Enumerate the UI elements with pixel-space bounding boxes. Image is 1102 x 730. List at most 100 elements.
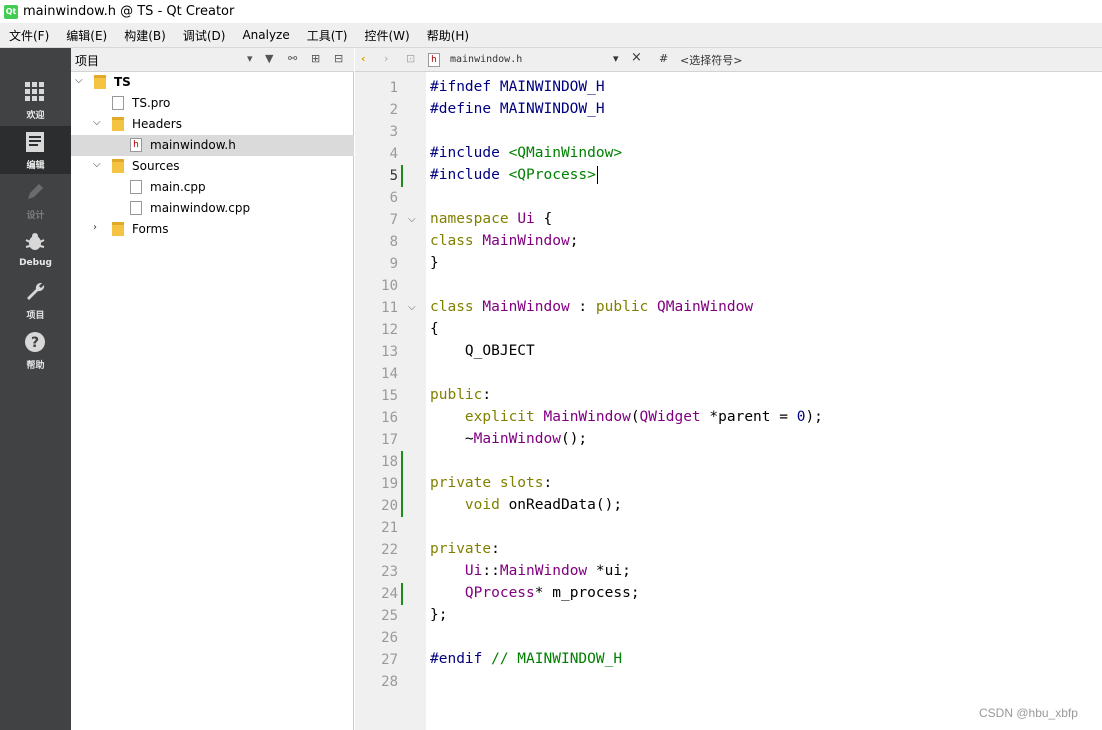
window-title: mainwindow.h @ TS - Qt Creator — [23, 4, 235, 19]
tree-item-mainwindow-cpp[interactable]: mainwindow.cpp — [71, 198, 354, 219]
pencil-icon — [28, 184, 43, 199]
line-number: 25 — [381, 608, 398, 624]
code-editor[interactable]: #ifndef MAINWINDOW_H #define MAINWINDOW_H… — [430, 76, 1102, 730]
line-number: 24 — [381, 586, 398, 602]
mode-projects[interactable]: 项目 — [0, 276, 71, 324]
code-line[interactable]: Q_OBJECT — [430, 340, 535, 362]
line-number: 9 — [389, 256, 398, 272]
forward-arrow-icon[interactable]: › — [384, 52, 388, 65]
tree-item-mainwindow-h[interactable]: h mainwindow.h — [71, 135, 354, 156]
line-number: 16 — [381, 410, 398, 426]
file-selector[interactable]: mainwindow.h — [450, 54, 522, 65]
mode-debug[interactable]: Debug — [0, 226, 71, 274]
tree-label: TS — [114, 75, 131, 89]
mode-selector: 欢迎 编辑 设计 Debug 项目 ? 帮助 — [0, 48, 71, 730]
close-pane-icon[interactable]: ⊟ — [334, 52, 343, 65]
code-line[interactable]: ~MainWindow(); — [430, 428, 587, 450]
mode-welcome[interactable]: 欢迎 — [0, 76, 71, 124]
mode-label: 编辑 — [26, 161, 45, 171]
tree-label: Headers — [132, 117, 182, 131]
line-number: 23 — [381, 564, 398, 580]
bug-icon — [25, 233, 45, 250]
code-line[interactable]: { — [430, 318, 439, 340]
filter-icon[interactable]: ▼ — [265, 52, 273, 65]
menu-tools[interactable]: 工具(T) — [298, 27, 356, 44]
chevron-right-icon[interactable]: › — [93, 222, 97, 233]
mode-design[interactable]: 设计 — [0, 176, 71, 224]
close-icon[interactable]: × — [631, 50, 642, 65]
menu-debug[interactable]: 调试(D) — [174, 27, 234, 44]
line-number: 11 — [381, 300, 398, 316]
code-line[interactable]: } — [430, 252, 439, 274]
cpp-file-icon — [130, 180, 142, 194]
code-line[interactable]: #define MAINWINDOW_H — [430, 98, 605, 120]
project-toolbar: 项目 ▾ ▼ ⚯ ⊞ ⊟ — [71, 48, 354, 72]
watermark: CSDN @hbu_xbfp — [979, 706, 1078, 720]
mode-help[interactable]: ? 帮助 — [0, 326, 71, 374]
code-line[interactable]: void onReadData(); — [430, 494, 622, 516]
tree-label: mainwindow.h — [150, 138, 236, 152]
chevron-down-icon[interactable]: ⌵ — [93, 117, 101, 128]
tree-item-forms[interactable]: › Forms — [71, 219, 354, 240]
menu-bar: 文件(F) 编辑(E) 构建(B) 调试(D) Analyze 工具(T) 控件… — [0, 23, 1102, 48]
split-icon[interactable]: ⊞ — [311, 52, 320, 65]
menu-edit[interactable]: 编辑(E) — [57, 27, 115, 44]
project-folder-icon — [94, 75, 106, 89]
chevron-down-icon[interactable]: ▾ — [613, 52, 619, 65]
tree-item-pro-file[interactable]: TS.pro — [71, 93, 354, 114]
tree-item-project[interactable]: ⌵ TS — [71, 72, 354, 93]
line-number: 27 — [381, 652, 398, 668]
menu-build[interactable]: 构建(B) — [115, 27, 174, 44]
tree-item-headers[interactable]: ⌵ Headers — [71, 114, 354, 135]
chevron-down-icon[interactable]: ⌵ — [75, 75, 83, 86]
line-number: 2 — [389, 102, 398, 118]
line-number: 13 — [381, 344, 398, 360]
menu-analyze[interactable]: Analyze — [233, 28, 297, 42]
code-line[interactable]: #include <QMainWindow> — [430, 142, 622, 164]
code-line[interactable]: explicit MainWindow(QWidget *parent = 0)… — [430, 406, 823, 428]
editor-toolbar: ‹ › ⊡ h mainwindow.h ▾ × # <选择符号> — [355, 48, 1102, 72]
code-line[interactable]: #include <QProcess> — [430, 164, 598, 186]
tree-item-main-cpp[interactable]: main.cpp — [71, 177, 354, 198]
code-line[interactable]: #ifndef MAINWINDOW_H — [430, 76, 605, 98]
change-marker — [401, 583, 403, 605]
menu-help[interactable]: 帮助(H) — [418, 27, 477, 44]
dropdown-arrow-icon[interactable]: ▾ — [247, 52, 253, 65]
mode-label: Debug — [19, 258, 52, 268]
line-number: 18 — [381, 454, 398, 470]
project-view-select[interactable]: 项目 — [75, 52, 99, 69]
line-number-gutter: 1 2 3 4 5 6 7 8 9 10 11 12 13 14 15 16 1… — [355, 72, 426, 730]
grid-icon — [25, 82, 44, 101]
code-line[interactable]: namespace Ui { — [430, 208, 552, 230]
mode-label: 欢迎 — [26, 111, 45, 121]
menu-file[interactable]: 文件(F) — [0, 27, 57, 44]
code-line[interactable]: private slots: — [430, 472, 552, 494]
fold-chevron-icon[interactable]: ⌵ — [408, 209, 416, 231]
line-number: 15 — [381, 388, 398, 404]
code-line[interactable]: class MainWindow : public QMainWindow — [430, 296, 753, 318]
code-line[interactable]: private: — [430, 538, 500, 560]
code-line[interactable]: #endif // MAINWINDOW_H — [430, 648, 622, 670]
wrench-icon — [27, 282, 45, 300]
code-line[interactable]: QProcess* m_process; — [430, 582, 640, 604]
code-line[interactable]: }; — [430, 604, 447, 626]
cpp-file-icon — [130, 201, 142, 215]
mode-label: 设计 — [26, 211, 45, 221]
change-marker — [401, 451, 403, 517]
tree-label: Sources — [132, 159, 180, 173]
back-arrow-icon[interactable]: ‹ — [361, 52, 366, 65]
line-number: 6 — [389, 190, 398, 206]
menu-controls[interactable]: 控件(W) — [355, 27, 417, 44]
tree-item-sources[interactable]: ⌵ Sources — [71, 156, 354, 177]
code-line[interactable]: Ui::MainWindow *ui; — [430, 560, 631, 582]
symbol-selector[interactable]: <选择符号> — [680, 52, 742, 68]
line-number: 1 — [389, 80, 398, 96]
line-number: 19 — [381, 476, 398, 492]
pro-file-icon — [112, 96, 124, 110]
fold-chevron-icon[interactable]: ⌵ — [408, 297, 416, 319]
link-icon[interactable]: ⚯ — [288, 52, 297, 65]
mode-edit[interactable]: 编辑 — [0, 126, 71, 174]
code-line[interactable]: public: — [430, 384, 491, 406]
code-line[interactable]: class MainWindow; — [430, 230, 578, 252]
chevron-down-icon[interactable]: ⌵ — [93, 159, 101, 170]
